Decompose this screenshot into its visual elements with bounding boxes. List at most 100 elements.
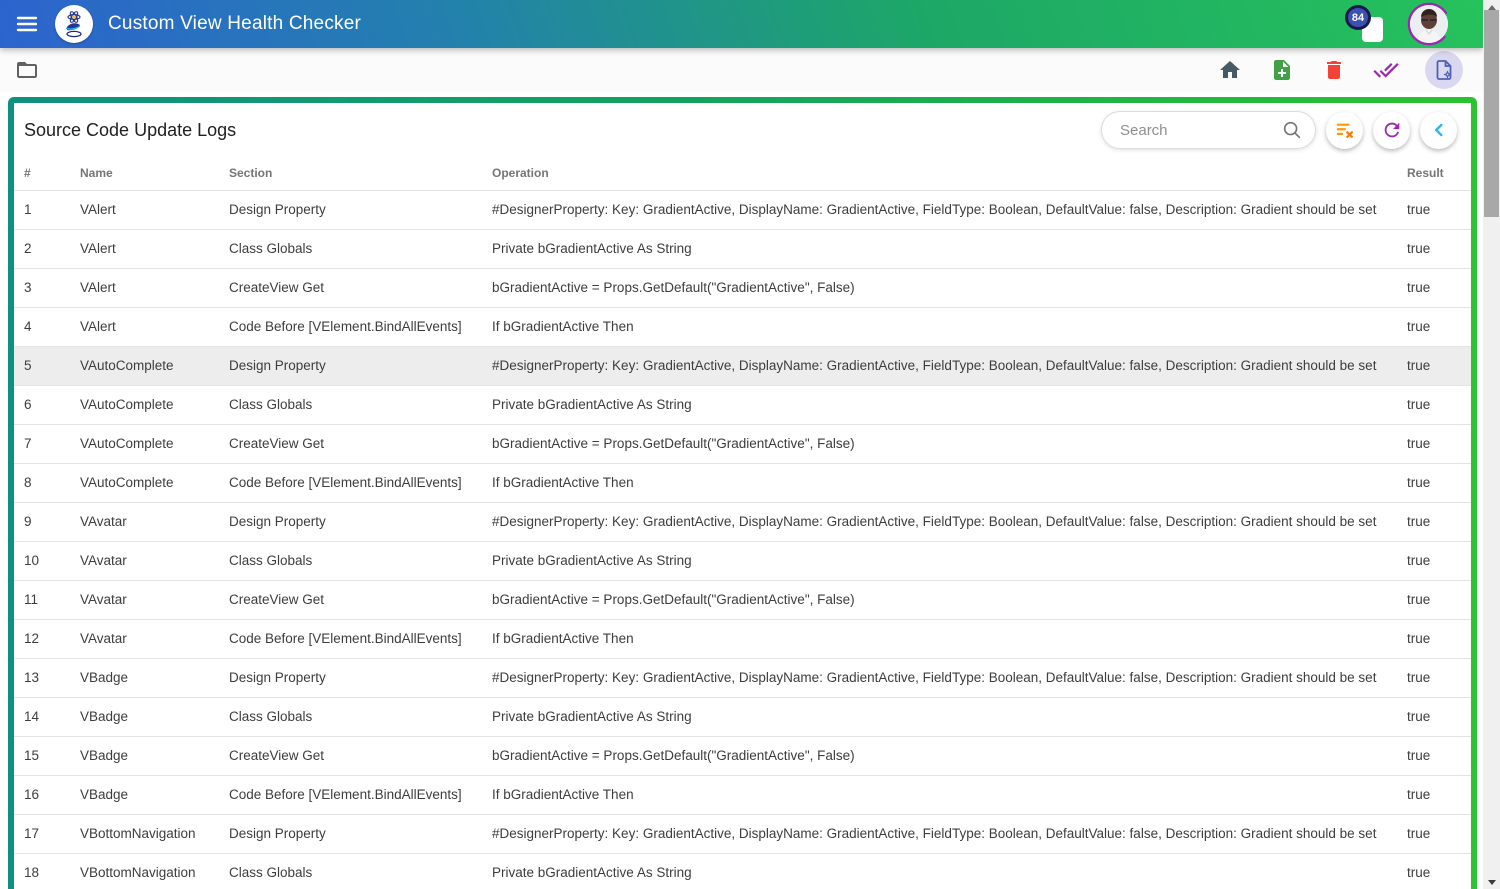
source-code-update-logs-card: Source Code Update Logs Search # Name Se… xyxy=(8,97,1477,889)
cell-operation: Private bGradientActive As String xyxy=(492,541,1407,581)
cell-result: true xyxy=(1407,463,1471,503)
cell-name: VAlert xyxy=(80,229,229,269)
cell-index: 13 xyxy=(14,658,80,698)
search-input[interactable] xyxy=(1120,121,1281,139)
table-row[interactable]: 16 VBadge Code Before [VElement.BindAllE… xyxy=(14,775,1471,815)
card-header: Source Code Update Logs xyxy=(14,103,1471,155)
scrollbar-thumb[interactable] xyxy=(1484,10,1499,217)
table-row[interactable]: 7 VAutoComplete CreateView Get bGradient… xyxy=(14,424,1471,464)
cell-name: VBadge xyxy=(80,658,229,698)
table-row[interactable]: 12 VAvatar Code Before [VElement.BindAll… xyxy=(14,619,1471,659)
table-row[interactable]: 4 VAlert Code Before [VElement.BindAllEv… xyxy=(14,307,1471,347)
toolbar-right xyxy=(1217,51,1469,89)
cell-section: Design Property xyxy=(229,346,492,386)
table-row[interactable]: 1 VAlert Design Property #DesignerProper… xyxy=(14,190,1471,230)
table-row[interactable]: 17 VBottomNavigation Design Property #De… xyxy=(14,814,1471,854)
cell-index: 15 xyxy=(14,736,80,776)
cell-section: Class Globals xyxy=(229,697,492,737)
cell-result: true xyxy=(1407,541,1471,581)
table-row[interactable]: 8 VAutoComplete Code Before [VElement.Bi… xyxy=(14,463,1471,503)
clear-filters-button[interactable] xyxy=(1326,111,1363,149)
search-field xyxy=(1101,111,1316,149)
cell-operation: #DesignerProperty: Key: GradientActive, … xyxy=(492,814,1407,854)
cell-operation: If bGradientActive Then xyxy=(492,463,1407,503)
table-header-row: # Name Section Operation Result xyxy=(14,155,1471,191)
cell-operation: If bGradientActive Then xyxy=(492,307,1407,347)
app-window: Custom View Health Checker 84 Source Cod… xyxy=(0,0,1500,889)
cell-result: true xyxy=(1407,736,1471,776)
cell-operation: bGradientActive = Props.GetDefault("Grad… xyxy=(492,424,1407,464)
trash-icon[interactable] xyxy=(1321,57,1347,83)
note-add-icon[interactable] xyxy=(1269,57,1295,83)
cell-name: VBadge xyxy=(80,736,229,776)
cell-section: CreateView Get xyxy=(229,580,492,620)
cell-result: true xyxy=(1407,385,1471,425)
cell-result: true xyxy=(1407,346,1471,386)
collapse-button[interactable] xyxy=(1420,111,1457,149)
cell-section: Design Property xyxy=(229,658,492,698)
cell-result: true xyxy=(1407,580,1471,620)
table-row[interactable]: 10 VAvatar Class Globals Private bGradie… xyxy=(14,541,1471,581)
column-header-result: Result xyxy=(1407,155,1471,191)
file-settings-button[interactable] xyxy=(1425,51,1463,89)
cell-section: Code Before [VElement.BindAllEvents] xyxy=(229,307,492,347)
cell-section: CreateView Get xyxy=(229,268,492,308)
cell-section: Code Before [VElement.BindAllEvents] xyxy=(229,775,492,815)
scroll-down-arrow[interactable] xyxy=(1483,875,1500,889)
cell-name: VAlert xyxy=(80,307,229,347)
notification-badge: 84 xyxy=(1345,5,1371,30)
table-row[interactable]: 14 VBadge Class Globals Private bGradien… xyxy=(14,697,1471,737)
refresh-button[interactable] xyxy=(1373,111,1410,149)
table-row[interactable]: 9 VAvatar Design Property #DesignerPrope… xyxy=(14,502,1471,542)
cell-result: true xyxy=(1407,619,1471,659)
cell-operation: If bGradientActive Then xyxy=(492,619,1407,659)
cell-operation: bGradientActive = Props.GetDefault("Grad… xyxy=(492,580,1407,620)
cell-name: VAlert xyxy=(80,190,229,230)
table-row[interactable]: 11 VAvatar CreateView Get bGradientActiv… xyxy=(14,580,1471,620)
vertical-scrollbar xyxy=(1483,0,1500,889)
cell-index: 6 xyxy=(14,385,80,425)
folder-open-icon[interactable] xyxy=(14,57,40,83)
table-row[interactable]: 3 VAlert CreateView Get bGradientActive … xyxy=(14,268,1471,308)
cell-operation: Private bGradientActive As String xyxy=(492,385,1407,425)
done-all-icon[interactable] xyxy=(1373,57,1399,83)
column-header-index: # xyxy=(14,155,80,191)
cell-operation: If bGradientActive Then xyxy=(492,775,1407,815)
menu-icon[interactable] xyxy=(14,11,40,37)
table-row[interactable]: 5 VAutoComplete Design Property #Designe… xyxy=(14,346,1471,386)
logs-table: # Name Section Operation Result 1 VAlert… xyxy=(14,155,1471,889)
cell-name: VAutoComplete xyxy=(80,385,229,425)
cell-section: CreateView Get xyxy=(229,424,492,464)
user-menu[interactable] xyxy=(1407,2,1451,46)
table-row[interactable]: 13 VBadge Design Property #DesignerPrope… xyxy=(14,658,1471,698)
table-row[interactable]: 15 VBadge CreateView Get bGradientActive… xyxy=(14,736,1471,776)
home-icon[interactable] xyxy=(1217,57,1243,83)
cell-operation: #DesignerProperty: Key: GradientActive, … xyxy=(492,502,1407,542)
cell-operation: Private bGradientActive As String xyxy=(492,697,1407,737)
cell-name: VAlert xyxy=(80,268,229,308)
table-row[interactable]: 6 VAutoComplete Class Globals Private bG… xyxy=(14,385,1471,425)
cell-name: VAutoComplete xyxy=(80,424,229,464)
cell-result: true xyxy=(1407,307,1471,347)
column-header-name: Name xyxy=(80,155,229,191)
cell-index: 3 xyxy=(14,268,80,308)
file-gear-icon xyxy=(1436,60,1452,80)
card-controls xyxy=(1101,111,1457,149)
table-row[interactable]: 2 VAlert Class Globals Private bGradient… xyxy=(14,229,1471,269)
cell-section: Design Property xyxy=(229,502,492,542)
main-area: Custom View Health Checker 84 Source Cod… xyxy=(0,0,1483,889)
cell-index: 12 xyxy=(14,619,80,659)
cell-index: 1 xyxy=(14,190,80,230)
card-title: Source Code Update Logs xyxy=(24,119,237,140)
table-row[interactable]: 18 VBottomNavigation Class Globals Priva… xyxy=(14,853,1471,889)
cell-result: true xyxy=(1407,658,1471,698)
search-icon xyxy=(1283,121,1301,139)
cell-result: true xyxy=(1407,268,1471,308)
cell-section: CreateView Get xyxy=(229,736,492,776)
notification-button[interactable]: 84 xyxy=(1345,3,1383,45)
cell-index: 17 xyxy=(14,814,80,854)
app-bar: Custom View Health Checker 84 xyxy=(0,0,1483,48)
cell-section: Class Globals xyxy=(229,385,492,425)
cell-index: 10 xyxy=(14,541,80,581)
cell-operation: Private bGradientActive As String xyxy=(492,229,1407,269)
